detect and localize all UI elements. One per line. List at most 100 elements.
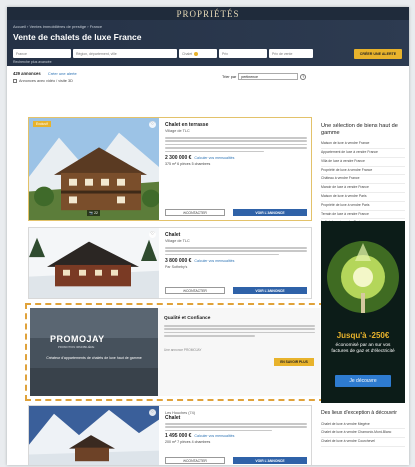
sidebar-link[interactable]: Appartement de luxe à vendre France (321, 149, 405, 158)
contact-label: CONTACTER (185, 210, 207, 215)
sidebar2-link[interactable]: Chalet de luxe à vendre Courchevel (321, 438, 405, 447)
mortgage-link[interactable]: Calculer vos mensualités (194, 156, 234, 160)
listing-info: Chalet en terrasse Village de TLC 2 300 … (165, 122, 307, 216)
price-value: 3 800 000 € (165, 258, 192, 265)
ad-subtitle: économisé par an sur vos factures de gaz… (331, 343, 395, 354)
listing-actions: ✉ CONTACTER VOIR L'ANNONCE (165, 209, 307, 216)
photo-count: 📷 22 (87, 210, 100, 216)
sponsored-card[interactable]: PROMOJAY PROMOTION IMMOBILIÈRE Créateur … (30, 308, 320, 396)
listing-info: Chalet Village de TLC 3 800 000 € Calcule… (165, 232, 307, 294)
listing-specs: 200 m² 7 pièces 4 chambres (165, 440, 211, 445)
sidebar-link[interactable]: Terrain de luxe à vendre France (321, 211, 405, 220)
sidebar-exceptional-places: Des lieux d'exception à découvrir Chalet… (321, 410, 405, 447)
advanced-search-link[interactable]: Recherche plus avancée (13, 60, 52, 64)
listing-title[interactable]: Chalet en terrasse (165, 122, 307, 128)
page: PROPRIÉTÉS Accueil › Ventes immobilières… (7, 7, 409, 465)
video-filter-checkbox[interactable]: Annonces avec vidéo / visite 3D (13, 79, 73, 83)
listing-title[interactable]: Chalet (165, 415, 307, 421)
sidebar-link[interactable]: Château à vendre France (321, 175, 405, 185)
promo-title[interactable]: Qualité et Confiance (164, 316, 315, 321)
listing-agency: Par Sotheby's (165, 265, 188, 270)
listing-photo[interactable]: Exclusif ♡ 📷 22 (29, 118, 159, 220)
site-logo[interactable]: PROPRIÉTÉS (176, 9, 239, 19)
sidebar2-link[interactable]: Chalet de luxe à vendre Chamonix-Mont-Bl… (321, 429, 405, 439)
create-alert-link[interactable]: Créer une alerte (48, 71, 77, 76)
listing-price: 1 495 000 € Calculer vos mensualités (165, 433, 307, 439)
sort-select[interactable]: pertinence (238, 73, 299, 80)
promo-brand: PROMOJAY (50, 334, 105, 344)
sidebar-link[interactable]: Propriété de luxe à vendre France (321, 167, 405, 176)
promo-description (164, 325, 315, 337)
sidebar-link[interactable]: Propriété de luxe à vendre Paris (321, 202, 405, 211)
listing-description (165, 137, 307, 153)
site-header: PROPRIÉTÉS (7, 7, 409, 20)
listing-info: Les Houches (74) Chalet 1 495 000 € Calcu… (165, 410, 307, 464)
promo-image[interactable]: PROMOJAY PROMOTION IMMOBILIÈRE Créateur … (30, 308, 158, 396)
sidebar-link[interactable]: Maison de luxe à vendre France (321, 140, 405, 149)
property-type-select[interactable]: Chalet (179, 49, 217, 58)
contact-button[interactable]: ✉ CONTACTER (165, 457, 225, 464)
sale-price-select[interactable]: Prix de vente (269, 49, 313, 58)
listing-actions: ✉ CONTACTER VOIR L'ANNONCE (165, 287, 307, 294)
listing-title[interactable]: Chalet (165, 232, 307, 238)
listing-price: 2 300 000 € Calculer vos mensualités (165, 155, 307, 161)
price-select[interactable]: Prix (219, 49, 267, 58)
contact-button[interactable]: ✉ CONTACTER (165, 287, 225, 294)
sidebar-list: Maison de luxe à vendre France Apparteme… (321, 140, 405, 229)
promo-brand-sub: PROMOTION IMMOBILIÈRE (58, 345, 95, 349)
learn-more-button[interactable]: EN SAVOIR PLUS (274, 358, 314, 366)
energy-ad[interactable]: Jusqu'à -250€ économisé par an sur vos f… (321, 221, 405, 403)
sidebar2-list: Chalet de luxe à vendre Megève Chalet de… (321, 421, 405, 447)
contact-label: CONTACTER (185, 288, 207, 293)
view-listing-button[interactable]: VOIR L'ANNONCE (233, 209, 307, 216)
promo-info: Qualité et Confiance (164, 316, 315, 339)
price-value: 2 300 000 € (165, 155, 192, 162)
listing-photo[interactable]: ♡ (29, 406, 159, 465)
sidebar-link[interactable]: Villa de luxe à vendre France (321, 158, 405, 167)
photo-count-value: 22 (94, 211, 98, 215)
listing-specs: 375 m² 6 pièces 5 chambres (165, 162, 211, 167)
favorite-heart-icon[interactable]: ♡ (149, 231, 156, 238)
help-icon[interactable]: ? (300, 73, 307, 80)
listing-card[interactable]: Exclusif ♡ 📷 22 Chalet en terrasse Villa… (28, 117, 312, 221)
view-listing-button[interactable]: VOIR L'ANNONCE (233, 287, 307, 294)
promo-source: Une annonce PROMOJAY (164, 348, 202, 352)
listing-card[interactable]: ♡ Les Houches (74) Chalet 1 495 000 € Cal… (28, 405, 312, 465)
sort-control: Trier par pertinence ? (222, 73, 307, 80)
favorite-heart-icon[interactable]: ♡ (149, 121, 156, 128)
sidebar-link[interactable]: Maison de luxe à vendre Paris (321, 193, 405, 202)
location-input[interactable]: Région, département, ville (73, 49, 177, 58)
promo-slogan: Créateur d'appartements de chalets de lu… (46, 356, 142, 360)
listing-location: Village de TLC (165, 239, 190, 243)
listing-location: Village de TLC (165, 129, 190, 133)
ad-headline: Jusqu'à -250€ (336, 331, 390, 340)
sort-label: Trier par (222, 74, 237, 79)
breadcrumb[interactable]: Accueil › Ventes immobilières de prestig… (13, 24, 403, 29)
country-select[interactable]: France (13, 49, 71, 58)
search-hero: Accueil › Ventes immobilières de prestig… (7, 20, 409, 66)
view-listing-button[interactable]: VOIR L'ANNONCE (233, 457, 307, 464)
page-title: Vente de chalets de luxe France (13, 32, 142, 42)
ad-discover-button[interactable]: Je découvre (335, 375, 391, 387)
favorite-heart-icon[interactable]: ♡ (149, 409, 156, 416)
price-value: 1 495 000 € (165, 433, 192, 440)
sidebar-link[interactable]: Manoir de luxe à vendre France (321, 184, 405, 193)
contact-button[interactable]: ✉ CONTACTER (165, 209, 225, 216)
sidebar2-link[interactable]: Chalet de luxe à vendre Megève (321, 421, 405, 430)
listing-price: 3 800 000 € Calculer vos mensualités (165, 258, 307, 264)
listing-card[interactable]: ♡ Chalet Village de TLC 3 800 000 € Calcu… (28, 227, 312, 299)
checkbox-box[interactable] (13, 79, 17, 83)
sponsored-highlight: PROMOJAY PROMOTION IMMOBILIÈRE Créateur … (25, 303, 325, 401)
create-alert-button[interactable]: CRÉER UNE ALERTE (354, 49, 402, 59)
mortgage-link[interactable]: Calculer vos mensualités (194, 434, 234, 438)
mortgage-link[interactable]: Calculer vos mensualités (194, 259, 234, 263)
search-filters: France Région, département, ville Chalet… (13, 49, 313, 58)
exclusive-badge: Exclusif (33, 121, 51, 127)
sidebar-title: Une sélection de biens haut de gamme (321, 123, 398, 136)
listing-description (165, 247, 307, 256)
checkbox-label: Annonces avec vidéo / visite 3D (19, 79, 73, 83)
listing-photo[interactable]: ♡ (29, 228, 159, 298)
contact-label: CONTACTER (185, 458, 207, 463)
listing-description (165, 423, 307, 432)
listing-actions: ✉ CONTACTER VOIR L'ANNONCE (165, 457, 307, 464)
